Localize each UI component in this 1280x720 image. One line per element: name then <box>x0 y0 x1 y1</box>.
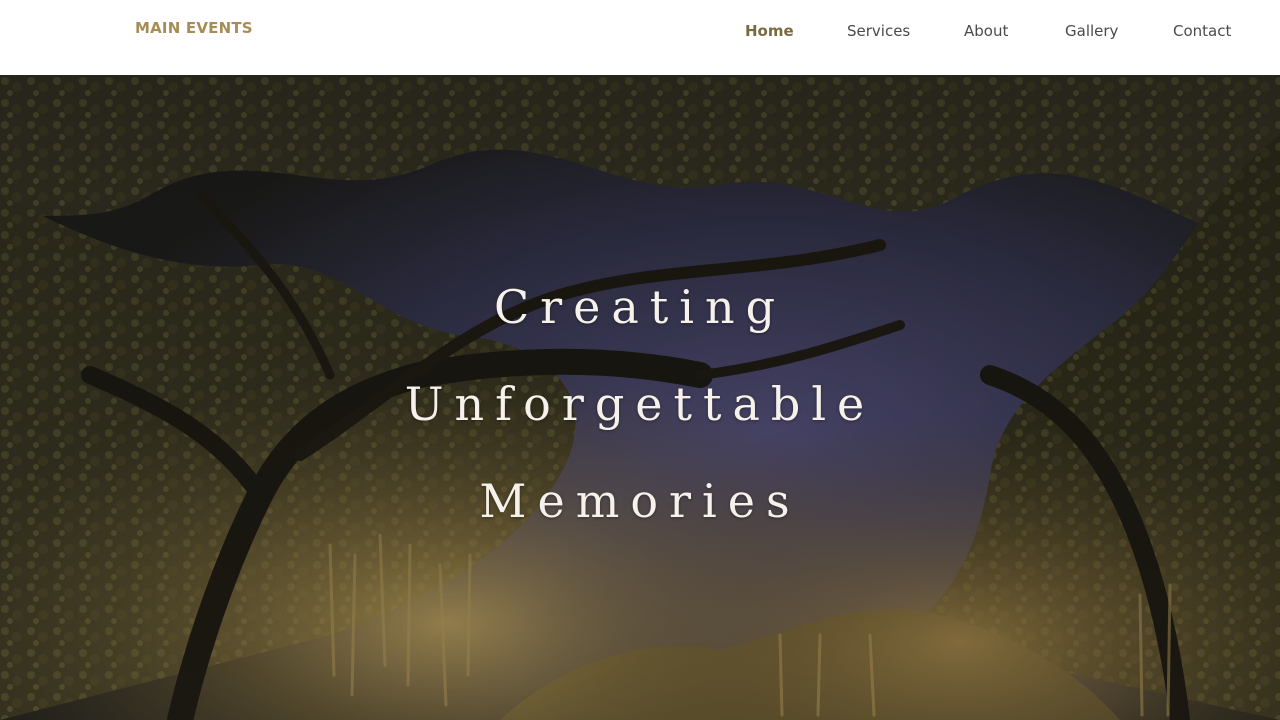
hero-background-image <box>0 75 1280 720</box>
nav-link-about[interactable]: About <box>964 22 1008 40</box>
main-nav: Home Services About Gallery Contact <box>0 22 1280 44</box>
nav-link-gallery[interactable]: Gallery <box>1065 22 1118 40</box>
nav-link-services[interactable]: Services <box>847 22 910 40</box>
top-navbar: MAIN EVENTS Home Services About Gallery … <box>0 0 1280 75</box>
hero-section: Creating Unforgettable Memories <box>0 75 1280 720</box>
nav-link-contact[interactable]: Contact <box>1173 22 1231 40</box>
nav-link-home[interactable]: Home <box>745 22 794 40</box>
